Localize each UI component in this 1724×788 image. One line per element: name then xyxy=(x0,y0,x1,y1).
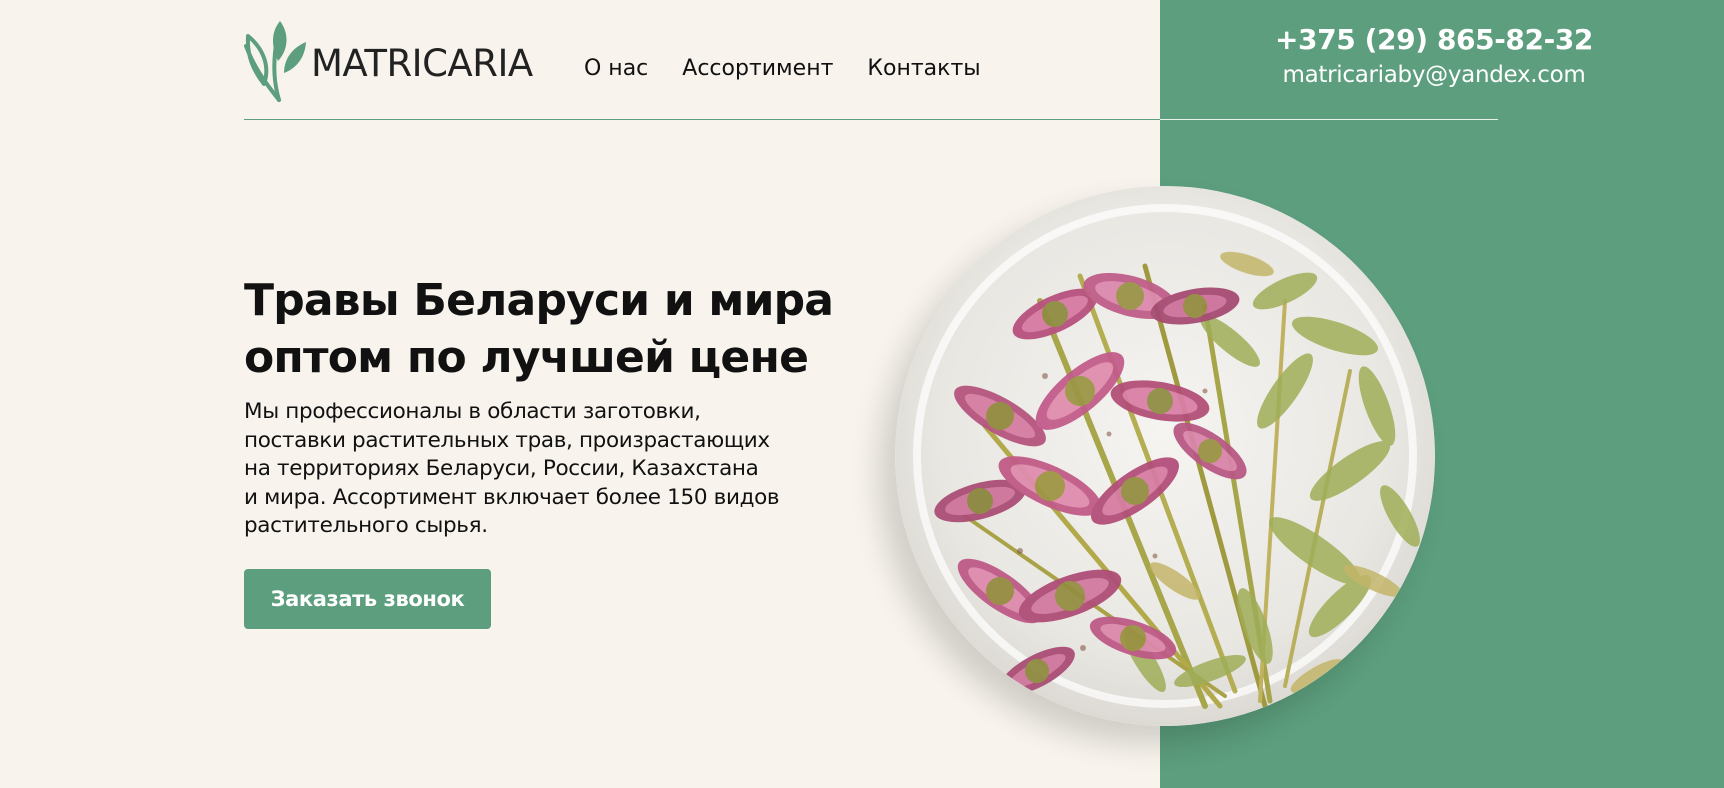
hero-description-line-3: на территориях Беларуси, России, Казахст… xyxy=(244,456,759,481)
header-divider-contact-segment xyxy=(1160,119,1498,120)
leaf-logo-icon xyxy=(244,18,308,104)
hero-description-line-1: Мы профессионалы в области заготовки, xyxy=(244,399,701,424)
hero-description-line-5: растительного сырья. xyxy=(244,513,488,538)
nav-item-assortment[interactable]: Ассортимент xyxy=(682,56,833,81)
header-contact-block: +375 (29) 865-82-32 matricariaby@yandex.… xyxy=(1160,18,1708,90)
page: MATRICARIA О нас Ассортимент Контакты +3… xyxy=(0,0,1724,788)
phone-link[interactable]: +375 (29) 865-82-32 xyxy=(1160,22,1708,57)
hero-title-line-1: Травы Беларуси и мира xyxy=(244,275,834,326)
nav-item-about[interactable]: О нас xyxy=(584,56,648,81)
main-navigation: О нас Ассортимент Контакты xyxy=(584,56,981,81)
nav-item-contacts[interactable]: Контакты xyxy=(867,56,980,81)
brand-logo-link[interactable]: MATRICARIA xyxy=(244,18,534,104)
hero-description: Мы профессионалы в области заготовки, по… xyxy=(244,398,804,541)
hero-title-line-2: оптом по лучшей цене xyxy=(244,332,809,383)
hero-title: Травы Беларуси и мира оптом по лучшей це… xyxy=(244,272,864,386)
brand-name: MATRICARIA xyxy=(311,41,533,85)
email-link[interactable]: matricariaby@yandex.com xyxy=(1160,62,1708,90)
request-call-button[interactable]: Заказать звонок xyxy=(244,569,491,629)
hero-description-line-4: и мира. Ассортимент включает более 150 в… xyxy=(244,484,780,510)
hero-description-line-2: поставки растительных трав, произрастающ… xyxy=(244,427,770,453)
dried-herbs-plate-image xyxy=(895,186,1435,726)
